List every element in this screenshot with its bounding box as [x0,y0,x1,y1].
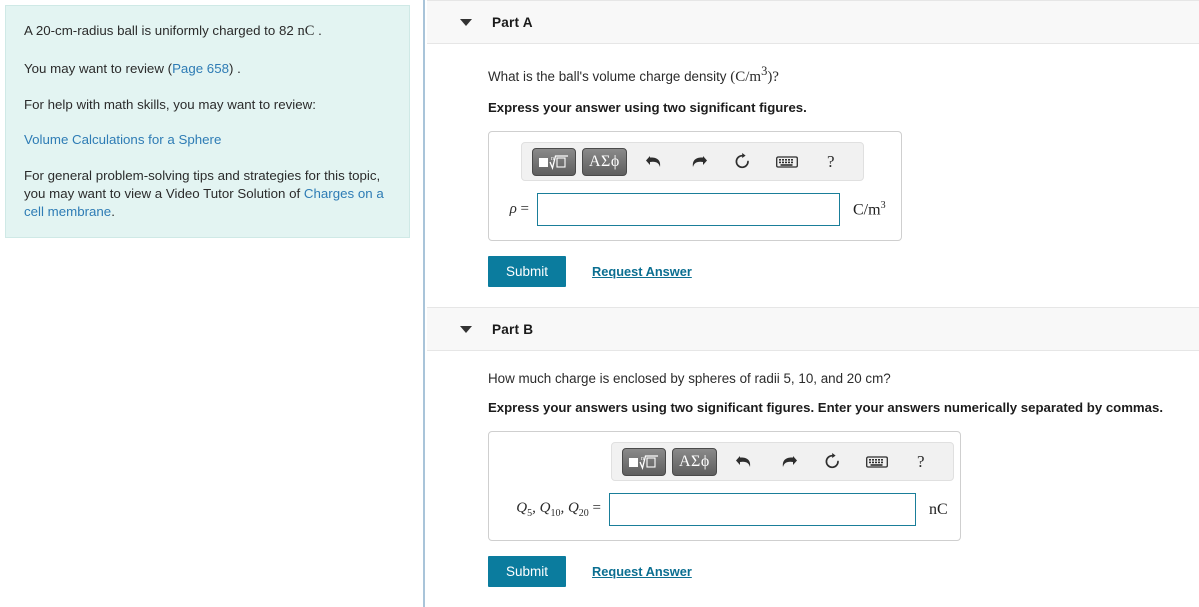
reset-icon-a[interactable] [726,148,760,176]
part-a-question-text: What is the ball's volume charge density [488,69,731,84]
keyboard-icon-a[interactable] [770,148,804,176]
undo-arrow-glyph [736,456,751,467]
keyboard-icon-b[interactable] [860,448,894,476]
part-b-title: Part B [492,321,534,337]
chevron-down-icon-part-a[interactable] [460,18,472,26]
circular-arrow-glyph [735,153,750,169]
charge-unit-math: nC [297,23,315,39]
help-icon-b[interactable]: ? [904,448,938,476]
redo-icon-b[interactable] [772,448,806,476]
help-icon-a[interactable]: ? [814,148,848,176]
review-text-post: ) . [229,60,241,76]
problem-info-box: A 20-cm-radius ball is uniformly charged… [5,5,410,239]
page-root: A 20-cm-radius ball is uniformly charged… [0,0,1199,607]
problem-statement-period: . [314,23,322,38]
left-info-panel: A 20-cm-radius ball is uniformly charged… [0,0,425,607]
part-b-unit-label: nC [929,500,948,518]
undo-arrow-glyph [646,156,661,167]
math-template-button-a[interactable]: n [532,147,576,176]
part-b-input-row: Q5, Q10, Q20 = nC [501,493,948,526]
part-a-toolbar: n ΑΣϕ ? [521,142,864,181]
review-text-pre: You may want to review ( [24,60,173,76]
tips-line: For general problem-solving tips and str… [24,167,391,221]
redo-arrow-glyph [693,156,708,167]
part-a-submit-button[interactable]: Submit [488,256,567,287]
svg-text:n: n [641,456,644,462]
part-a-instruction: Express your answer using two significan… [488,100,807,115]
circular-arrow-glyph [825,453,840,469]
math-template-button-b[interactable]: n [622,447,666,476]
parts-column: Part A What is the ball's volume charge … [427,0,1199,607]
part-b-body: How much charge is enclosed by spheres o… [427,371,1199,587]
part-a-title: Part A [492,14,533,30]
undo-icon-a[interactable] [638,148,672,176]
svg-text:n: n [551,156,554,162]
part-b-answer-box: n ΑΣϕ ? Q5, Q10, Q20 = nC [488,431,961,541]
volume-calculations-link[interactable]: Volume Calculations for a Sphere [24,131,391,149]
undo-icon-b[interactable] [728,448,762,476]
part-b-toolbar: n ΑΣϕ ? [611,442,954,481]
keyboard-glyph [775,155,798,168]
part-a-body: What is the ball's volume charge density… [427,64,1199,287]
part-a-answer-box: n ΑΣϕ ? ρ = C/m3 [488,131,902,241]
reset-icon-b[interactable] [816,448,850,476]
part-b-submit-button[interactable]: Submit [488,556,567,587]
part-b-submit-row: Submit Request Answer [488,556,1199,587]
part-a-question-units: (C/m3)? [730,64,779,85]
part-a-submit-row: Submit Request Answer [488,256,1199,287]
part-a-header[interactable]: Part A [427,0,1199,44]
part-a-request-answer-link[interactable]: Request Answer [592,264,692,279]
chevron-down-icon-part-b[interactable] [460,325,472,333]
tips-text-post: . [111,204,115,220]
review-line: You may want to review (Page 658) . [24,60,391,78]
page-658-link[interactable]: Page 658 [172,61,229,76]
part-b-variable-label: Q5, Q10, Q20 = [516,500,601,519]
problem-statement-text: A 20-cm-radius ball is uniformly charged… [24,23,298,38]
math-skills-line: Volume Calculations for a Sphere [24,131,391,149]
part-a-answer-input[interactable] [537,193,840,226]
part-b-question: How much charge is enclosed by spheres o… [488,371,891,386]
redo-arrow-glyph [783,456,798,467]
redo-icon-a[interactable] [682,148,716,176]
nth-root-icon: n [539,154,568,170]
part-b-request-answer-link[interactable]: Request Answer [592,564,692,579]
math-skills-intro: For help with math skills, you may want … [24,96,316,112]
part-a-unit-label: C/m3 [853,199,886,219]
part-a-variable-label: ρ = [509,201,529,217]
part-b-header[interactable]: Part B [427,307,1199,351]
nth-root-icon: n [629,454,658,470]
part-a-input-row: ρ = C/m3 [501,193,889,226]
greek-symbols-button-a[interactable]: ΑΣϕ [582,147,627,176]
keyboard-glyph [865,455,888,468]
problem-statement: A 20-cm-radius ball is uniformly charged… [24,22,391,42]
part-a-question: What is the ball's volume charge density… [488,64,1199,86]
greek-symbols-button-b[interactable]: ΑΣϕ [672,447,717,476]
part-b-instruction: Express your answers using two significa… [488,400,1163,415]
part-b-answer-input[interactable] [609,493,916,526]
